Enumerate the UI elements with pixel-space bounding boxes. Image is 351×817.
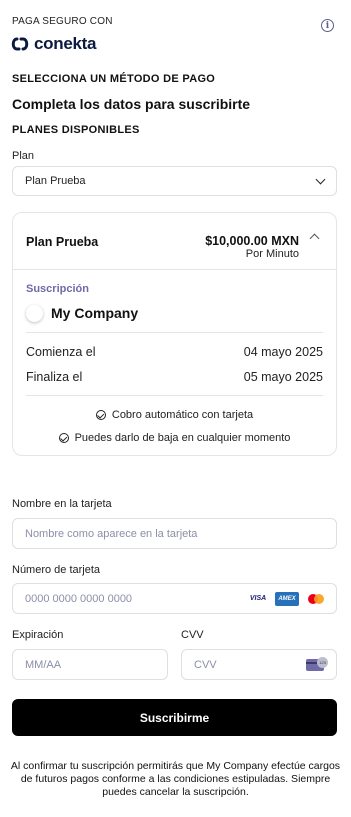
plan-name: Plan Prueba	[26, 235, 99, 249]
card-number-placeholder: 0000 0000 0000 0000	[25, 592, 133, 605]
form-title: Completa los datos para suscribirte	[12, 96, 251, 112]
feature-auto-charge: Cobro automático con tarjeta	[13, 409, 336, 421]
card-name-input[interactable]: Nombre como aparece en la tarjeta	[12, 518, 337, 549]
info-icon[interactable]: i	[321, 19, 334, 32]
plan-select-value: Plan Prueba	[25, 175, 86, 187]
divider	[26, 395, 323, 396]
expiration-input[interactable]: MM/AA	[12, 649, 168, 680]
amex-icon: AMEX	[275, 591, 299, 606]
mastercard-icon	[304, 592, 328, 606]
conekta-wordmark: conekta	[34, 34, 97, 53]
expiration-placeholder: MM/AA	[25, 658, 62, 671]
cvv-placeholder: CVV	[194, 658, 217, 671]
plan-card-header[interactable]: Plan Prueba $10,000.00 MXN Por Minuto	[13, 213, 336, 270]
chevron-down-icon	[315, 174, 326, 184]
plan-card-body: Suscripción My Company Comienza el 04 ma…	[13, 270, 336, 455]
chevron-up-icon[interactable]	[309, 233, 320, 244]
start-date: 04 mayo 2025	[243, 345, 323, 359]
cvv-input[interactable]: CVV 123	[181, 649, 337, 680]
plan-summary-card: Plan Prueba $10,000.00 MXN Por Minuto Su…	[12, 212, 337, 456]
conekta-mark-icon	[11, 37, 29, 51]
plans-heading: PLANES DISPONIBLES	[12, 124, 140, 136]
secure-payment-label: PAGA SEGURO CON	[12, 16, 113, 27]
visa-icon: VISA	[246, 591, 270, 606]
check-circle-icon	[95, 410, 106, 420]
cvv-card-icon: 123	[306, 657, 328, 672]
footer-disclaimer: Al confirmar tu suscripción permitirás q…	[10, 760, 341, 799]
subscribe-button[interactable]: Suscribirme	[12, 699, 337, 736]
feature-cancel-anytime: Puedes darlo de baja en cualquier moment…	[13, 432, 336, 444]
feature-auto-charge-text: Cobro automático con tarjeta	[111, 409, 254, 421]
cvv-badge: 123	[317, 657, 328, 668]
plan-price: $10,000.00 MXN	[205, 234, 299, 248]
start-label: Comienza el	[26, 345, 96, 359]
cvv-label: CVV	[181, 629, 204, 641]
company-toggle[interactable]	[26, 305, 43, 322]
card-number-label: Número de tarjeta	[12, 564, 101, 576]
method-heading: SELECCIONA UN MÉTODO DE PAGO	[12, 73, 216, 85]
expiration-label: Expiración	[12, 629, 64, 641]
feature-cancel-anytime-text: Puedes darlo de baja en cualquier moment…	[74, 432, 291, 444]
card-brands: VISA AMEX	[246, 591, 328, 606]
divider	[26, 332, 323, 333]
subscription-label: Suscripción	[26, 283, 89, 295]
end-date: 05 mayo 2025	[243, 370, 323, 384]
card-name-label: Nombre en la tarjeta	[12, 498, 112, 510]
plan-label: Plan	[12, 150, 35, 162]
end-label: Finaliza el	[26, 370, 83, 384]
plan-period: Por Minuto	[245, 248, 299, 260]
card-number-input[interactable]: 0000 0000 0000 0000 VISA AMEX	[12, 583, 337, 614]
plan-select[interactable]: Plan Prueba	[12, 166, 337, 196]
check-circle-icon	[58, 433, 69, 443]
card-name-placeholder: Nombre como aparece en la tarjeta	[25, 527, 198, 540]
conekta-logo: conekta	[10, 34, 96, 54]
company-name: My Company	[51, 305, 139, 321]
